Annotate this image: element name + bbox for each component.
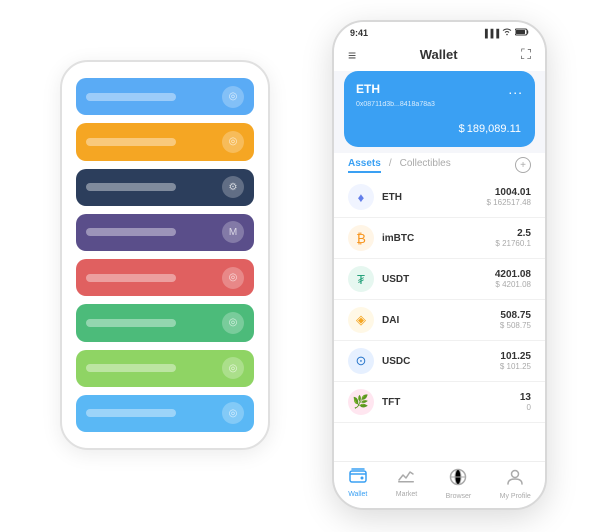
card-icon: ◎ bbox=[222, 312, 244, 334]
header: ≡ Wallet ⛶ bbox=[334, 40, 545, 71]
browser-nav-icon bbox=[449, 468, 467, 491]
asset-name: USDT bbox=[382, 274, 495, 285]
table-row[interactable]: ₮ USDT 4201.08 $ 4201.08 bbox=[334, 259, 545, 300]
tab-separator: / bbox=[389, 158, 392, 173]
asset-amounts: 2.5 $ 21760.1 bbox=[495, 228, 531, 248]
eth-icon: ♦ bbox=[348, 184, 374, 210]
asset-amount: 1004.01 bbox=[487, 187, 532, 198]
card-icon: ◎ bbox=[222, 402, 244, 424]
asset-name: TFT bbox=[382, 397, 520, 408]
profile-nav-icon bbox=[506, 468, 524, 491]
tab-collectibles[interactable]: Collectibles bbox=[400, 158, 451, 173]
front-phone: 9:41 ▐▐▐ bbox=[332, 20, 547, 510]
page-title: Wallet bbox=[420, 47, 458, 62]
battery-icon bbox=[515, 28, 529, 38]
nav-wallet[interactable]: Wallet bbox=[348, 468, 367, 500]
card-icon: ◎ bbox=[222, 131, 244, 153]
asset-name: imBTC bbox=[382, 233, 495, 244]
market-nav-icon bbox=[397, 468, 415, 489]
status-bar: 9:41 ▐▐▐ bbox=[334, 22, 545, 40]
asset-usd: $ 508.75 bbox=[500, 321, 531, 330]
nav-profile[interactable]: My Profile bbox=[500, 468, 531, 500]
expand-icon[interactable]: ⛶ bbox=[521, 46, 531, 63]
asset-amount: 2.5 bbox=[495, 228, 531, 239]
usdt-icon: ₮ bbox=[348, 266, 374, 292]
asset-amount: 4201.08 bbox=[495, 269, 531, 280]
list-item[interactable]: ◎ bbox=[76, 395, 254, 432]
usdc-icon: ⊙ bbox=[348, 348, 374, 374]
card-icon: ⚙ bbox=[222, 176, 244, 198]
card-icon: M bbox=[222, 221, 244, 243]
list-item[interactable]: ◎ bbox=[76, 259, 254, 296]
signal-icon: ▐▐▐ bbox=[482, 29, 499, 38]
asset-amount: 13 bbox=[520, 392, 531, 403]
assets-tabs: Assets / Collectibles + bbox=[334, 153, 545, 177]
browser-nav-label: Browser bbox=[446, 493, 472, 500]
wallet-nav-label: Wallet bbox=[348, 491, 367, 498]
asset-amount: 101.25 bbox=[500, 351, 531, 362]
add-asset-button[interactable]: + bbox=[515, 157, 531, 173]
card-icon: ◎ bbox=[222, 357, 244, 379]
status-icons: ▐▐▐ bbox=[482, 28, 529, 38]
asset-name: DAI bbox=[382, 315, 500, 326]
wifi-icon bbox=[502, 28, 512, 38]
asset-usd: $ 162517.48 bbox=[487, 198, 532, 207]
background-phone: ◎ ◎ ⚙ M ◎ ◎ ◎ ◎ bbox=[60, 60, 270, 450]
wallet-nav-icon bbox=[349, 468, 367, 489]
eth-label: ETH bbox=[356, 82, 380, 96]
asset-usd: 0 bbox=[520, 403, 531, 412]
imbtc-icon: ₿ bbox=[348, 225, 374, 251]
nav-browser[interactable]: Browser bbox=[446, 468, 472, 500]
list-item[interactable]: ◎ bbox=[76, 78, 254, 115]
list-item[interactable]: M bbox=[76, 214, 254, 251]
balance-value: 189,089.11 bbox=[467, 123, 521, 135]
dai-icon: ◈ bbox=[348, 307, 374, 333]
list-item[interactable]: ⚙ bbox=[76, 169, 254, 206]
asset-name: USDC bbox=[382, 356, 500, 367]
asset-usd: $ 4201.08 bbox=[495, 280, 531, 289]
asset-usd: $ 101.25 bbox=[500, 362, 531, 371]
table-row[interactable]: ⊙ USDC 101.25 $ 101.25 bbox=[334, 341, 545, 382]
eth-balance: $189,089.11 bbox=[356, 116, 523, 137]
asset-amounts: 1004.01 $ 162517.48 bbox=[487, 187, 532, 207]
profile-nav-label: My Profile bbox=[500, 493, 531, 500]
time: 9:41 bbox=[350, 28, 368, 38]
table-row[interactable]: ◈ DAI 508.75 $ 508.75 bbox=[334, 300, 545, 341]
asset-amounts: 4201.08 $ 4201.08 bbox=[495, 269, 531, 289]
scene: ◎ ◎ ⚙ M ◎ ◎ ◎ ◎ bbox=[0, 0, 602, 532]
eth-more-icon[interactable]: ... bbox=[508, 81, 523, 97]
asset-name: ETH bbox=[382, 192, 487, 203]
list-item[interactable]: ◎ bbox=[76, 304, 254, 341]
menu-icon[interactable]: ≡ bbox=[348, 47, 356, 63]
tft-icon: 🌿 bbox=[348, 389, 374, 415]
asset-amounts: 101.25 $ 101.25 bbox=[500, 351, 531, 371]
table-row[interactable]: ♦ ETH 1004.01 $ 162517.48 bbox=[334, 177, 545, 218]
asset-amounts: 13 0 bbox=[520, 392, 531, 412]
bottom-nav: Wallet Market bbox=[334, 461, 545, 508]
tab-group: Assets / Collectibles bbox=[348, 158, 451, 173]
eth-address: 0x08711d3b...8418a78a3 bbox=[356, 101, 523, 108]
eth-wallet-card[interactable]: ETH ... 0x08711d3b...8418a78a3 $189,089.… bbox=[344, 71, 535, 147]
card-icon: ◎ bbox=[222, 267, 244, 289]
eth-card-top: ETH ... bbox=[356, 81, 523, 97]
table-row[interactable]: ₿ imBTC 2.5 $ 21760.1 bbox=[334, 218, 545, 259]
asset-amount: 508.75 bbox=[500, 310, 531, 321]
asset-list: ♦ ETH 1004.01 $ 162517.48 ₿ imBTC 2.5 $ … bbox=[334, 177, 545, 461]
table-row[interactable]: 🌿 TFT 13 0 bbox=[334, 382, 545, 423]
asset-amounts: 508.75 $ 508.75 bbox=[500, 310, 531, 330]
currency-symbol: $ bbox=[459, 123, 465, 135]
list-item[interactable]: ◎ bbox=[76, 123, 254, 160]
card-icon: ◎ bbox=[222, 86, 244, 108]
tab-assets[interactable]: Assets bbox=[348, 158, 381, 173]
market-nav-label: Market bbox=[396, 491, 417, 498]
list-item[interactable]: ◎ bbox=[76, 350, 254, 387]
asset-usd: $ 21760.1 bbox=[495, 239, 531, 248]
nav-market[interactable]: Market bbox=[396, 468, 417, 500]
